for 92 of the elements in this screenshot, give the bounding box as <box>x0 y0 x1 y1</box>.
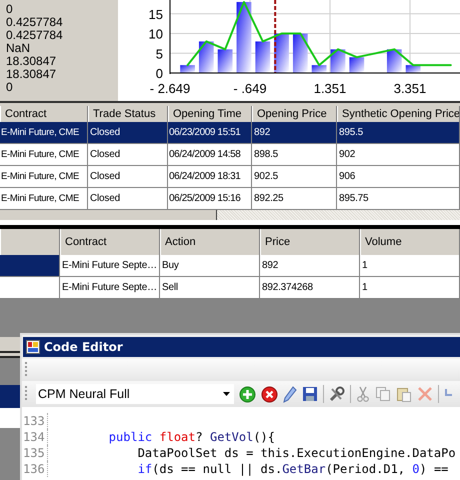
table-cell: E-Mini Future, CME <box>0 188 88 210</box>
column-header[interactable]: Action <box>160 229 260 255</box>
histogram-bar <box>218 49 233 73</box>
pane-splitter[interactable] <box>0 101 460 106</box>
column-header[interactable]: Volume <box>360 229 460 255</box>
table-cell: 06/23/2009 15:51 <box>168 122 252 144</box>
line-number: 136 <box>22 461 48 477</box>
paste-icon[interactable] <box>396 386 412 402</box>
table-cell: E-Mini Future, CME <box>0 166 88 188</box>
table-cell: 892 <box>252 122 337 144</box>
x-tick-label: 3.351 <box>394 81 426 96</box>
table-cell: 902.5 <box>252 166 337 188</box>
table-row[interactable]: E-Mini Future, CME Closed 06/25/2009 15:16 892.25 895.75 <box>0 188 460 210</box>
statistic-value: 18.30847 <box>6 68 58 81</box>
y-tick-label: 10 <box>148 26 163 42</box>
tools-icon[interactable] <box>329 386 345 402</box>
statistic-value: 0 <box>6 81 14 94</box>
line-number: 135 <box>22 445 48 461</box>
table-cell: Closed <box>88 122 168 144</box>
dropdown-arrow-icon <box>223 392 230 396</box>
statistic-value: 0 <box>6 3 14 16</box>
histogram-bar <box>406 65 421 73</box>
x-tick-label: - 2.649 <box>150 81 190 96</box>
y-tick-label: 5 <box>156 46 163 62</box>
table-cell: 892 <box>260 255 360 277</box>
copy-icon[interactable] <box>375 386 391 402</box>
delete-icon[interactable] <box>261 386 278 402</box>
statistic-value: 0.4257784 <box>6 29 64 42</box>
column-header[interactable]: Opening Price <box>252 106 337 122</box>
row-header[interactable] <box>0 277 60 299</box>
table-cell: 1 <box>360 277 460 299</box>
histogram-bar <box>349 57 364 73</box>
x-tick-label: 1.351 <box>314 81 346 96</box>
y-tick-label: 15 <box>148 6 163 22</box>
table-cell: Closed <box>88 166 168 188</box>
histogram-bar <box>292 34 308 73</box>
table-cell: 892.25 <box>252 188 337 210</box>
table-cell: 895.75 <box>337 188 460 210</box>
window-title: Code Editor <box>44 340 123 354</box>
table-cell: 1 <box>360 255 460 277</box>
scrollbar-thumb[interactable] <box>0 210 217 220</box>
column-header[interactable]: Price <box>260 229 360 255</box>
window-icon <box>26 340 40 354</box>
table-cell: E-Mini Future Septe… <box>60 277 160 299</box>
statistic-value: 18.30847 <box>6 55 58 68</box>
horizontal-scrollbar[interactable] <box>0 210 460 220</box>
histogram-bar <box>198 41 214 73</box>
table-cell: E-Mini Future, CME <box>0 122 88 144</box>
y-tick-label: 0 <box>156 66 163 81</box>
script-dropdown[interactable]: CPM Neural Full <box>36 384 234 404</box>
table-cell: Buy <box>160 255 260 277</box>
line-number: 134 <box>22 429 48 445</box>
pencil-icon[interactable] <box>283 386 297 402</box>
table-cell: Closed <box>88 144 168 166</box>
table-cell: 06/25/2009 15:16 <box>168 188 252 210</box>
histogram-bar <box>236 2 252 73</box>
pane-splitter[interactable] <box>0 220 460 229</box>
row-header-corner <box>0 229 60 255</box>
table-cell: E-Mini Future Septe… <box>60 255 160 277</box>
table-row[interactable]: E-Mini Future, CME Closed 06/24/2009 18:31 902.5 906 <box>0 166 460 188</box>
table-cell: 06/24/2009 14:58 <box>168 144 252 166</box>
column-header[interactable]: Contract <box>60 229 160 255</box>
table-cell: 902 <box>337 144 460 166</box>
histogram-bar <box>386 49 402 73</box>
histogram-bar <box>330 49 346 73</box>
histogram-bar <box>180 65 195 73</box>
code-line: DataPoolSet ds = this.ExecutionEngine.DataPo <box>136 446 456 460</box>
table-cell: E-Mini Future, CME <box>0 144 88 166</box>
table-cell: Sell <box>160 277 260 299</box>
histogram-bar <box>312 65 327 73</box>
table-row[interactable]: E-Mini Future, CME Closed 06/24/2009 14:58 898.5 902 <box>0 144 460 166</box>
column-header[interactable]: Opening Time <box>168 106 252 122</box>
table-cell: 892.374268 <box>260 277 360 299</box>
statistic-value: NaN <box>6 42 32 55</box>
table-cell: 06/24/2009 18:31 <box>168 166 252 188</box>
code-line: if(ds == null || ds.GetBar(Period.D1, 0) == <box>136 462 448 476</box>
table-row[interactable]: E-Mini Future, CME Closed 06/23/2009 15:51 892 895.5 <box>0 122 460 144</box>
add-icon[interactable] <box>239 386 256 402</box>
code-line: public float? GetVol(){ <box>108 430 276 444</box>
column-header[interactable]: Contract <box>0 106 88 122</box>
save-icon[interactable] <box>302 386 318 402</box>
table-cell: 906 <box>337 166 460 188</box>
x-tick-label: - .649 <box>233 81 267 96</box>
cut-icon[interactable] <box>356 386 370 402</box>
line-number: 133 <box>22 413 48 429</box>
histogram-bar <box>255 41 270 73</box>
statistic-value: 0.4257784 <box>6 16 64 29</box>
table-cell: 898.5 <box>252 144 337 166</box>
table-cell: Closed <box>88 188 168 210</box>
table-cell: 895.5 <box>337 122 460 144</box>
column-header[interactable]: Trade Status <box>88 106 168 122</box>
row-header[interactable] <box>0 255 60 277</box>
